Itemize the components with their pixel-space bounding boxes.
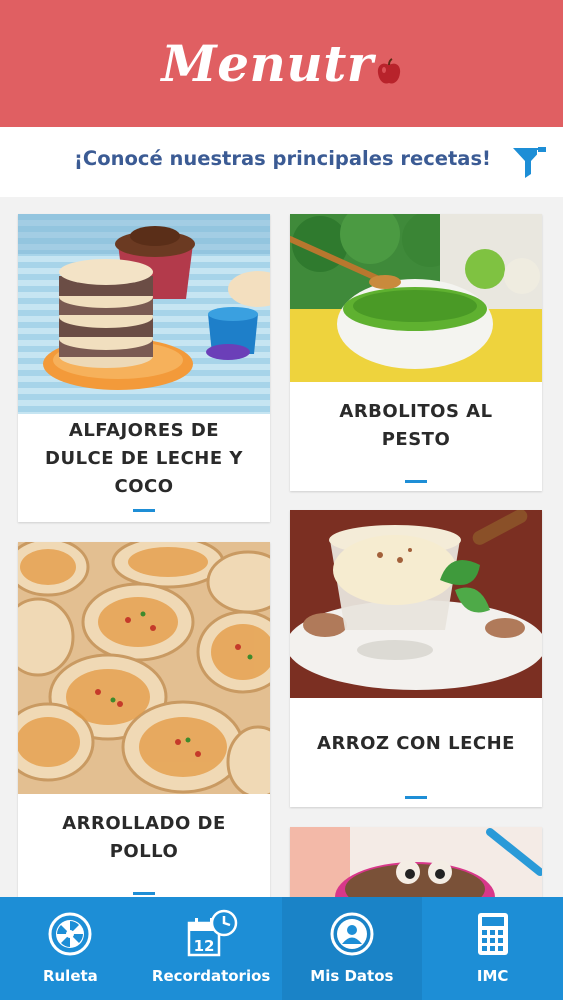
nav-label: IMC (476, 967, 509, 985)
calculator-icon (468, 909, 518, 959)
bottom-navigation: Ruleta 12 Recordatorios Mis Datos IMC (0, 897, 563, 1000)
recipe-image (18, 542, 270, 794)
recipe-title-line: ARBOLITOS AL (339, 401, 493, 422)
recipe-title-line: COCO (114, 476, 174, 497)
funnel-icon[interactable] (510, 143, 548, 181)
nav-label: Recordatorios (151, 967, 271, 985)
section-title: ¡Conocé nuestras principales recetas! (74, 147, 491, 170)
recipe-title: ARBOLITOS AL PESTO (300, 398, 532, 454)
card-indicator (405, 796, 427, 799)
section-header: ¡Conocé nuestras principales recetas! (0, 127, 563, 197)
svg-text:12: 12 (194, 937, 215, 955)
card-indicator (133, 509, 155, 512)
brand-name: Menutr (161, 34, 374, 93)
recipe-card[interactable]: ALFAJORES DE DULCE DE LECHE Y COCO (18, 214, 270, 522)
recipe-card[interactable]: ARBOLITOS AL PESTO (290, 214, 542, 491)
recipe-title: ARROZ CON LECHE (300, 730, 532, 758)
recipe-title: ARROLLADO DE POLLO (28, 810, 260, 866)
recipe-image (18, 214, 270, 414)
user-profile-icon (327, 909, 377, 959)
recipe-title-line: DULCE DE LECHE Y (45, 448, 243, 469)
apple-icon (376, 39, 402, 98)
nav-item-mis-datos[interactable]: Mis Datos (281, 897, 423, 1000)
recipe-grid: ALFAJORES DE DULCE DE LECHE Y COCO ARBOL… (0, 197, 563, 897)
recipe-card[interactable]: ARROZ CON LECHE (290, 510, 542, 807)
recipe-title-line: PESTO (381, 429, 451, 450)
nav-item-ruleta[interactable]: Ruleta (0, 897, 141, 1000)
roulette-wheel-icon (45, 909, 95, 959)
card-indicator (405, 480, 427, 483)
nav-label: Mis Datos (310, 967, 394, 985)
app-header: Menutr (0, 0, 563, 127)
recipe-title-line: ARROZ CON LECHE (317, 733, 515, 754)
app-logo: Menutr (161, 29, 401, 98)
recipe-image (290, 827, 542, 897)
recipe-card[interactable]: ARROLLADO DE POLLO (18, 542, 270, 897)
calendar-clock-icon: 12 (186, 909, 238, 959)
recipe-image (290, 510, 542, 698)
recipe-title-line: ARROLLADO DE (62, 813, 226, 834)
nav-label: Ruleta (42, 967, 98, 985)
recipe-title: ALFAJORES DE DULCE DE LECHE Y COCO (28, 417, 260, 501)
recipe-title-line: POLLO (109, 841, 179, 862)
nav-item-recordatorios[interactable]: 12 Recordatorios (141, 897, 282, 1000)
card-indicator (133, 892, 155, 895)
recipe-card[interactable] (290, 827, 542, 897)
recipe-title-line: ALFAJORES DE (68, 420, 220, 441)
nav-item-imc[interactable]: IMC (422, 897, 563, 1000)
recipe-image (290, 214, 542, 382)
